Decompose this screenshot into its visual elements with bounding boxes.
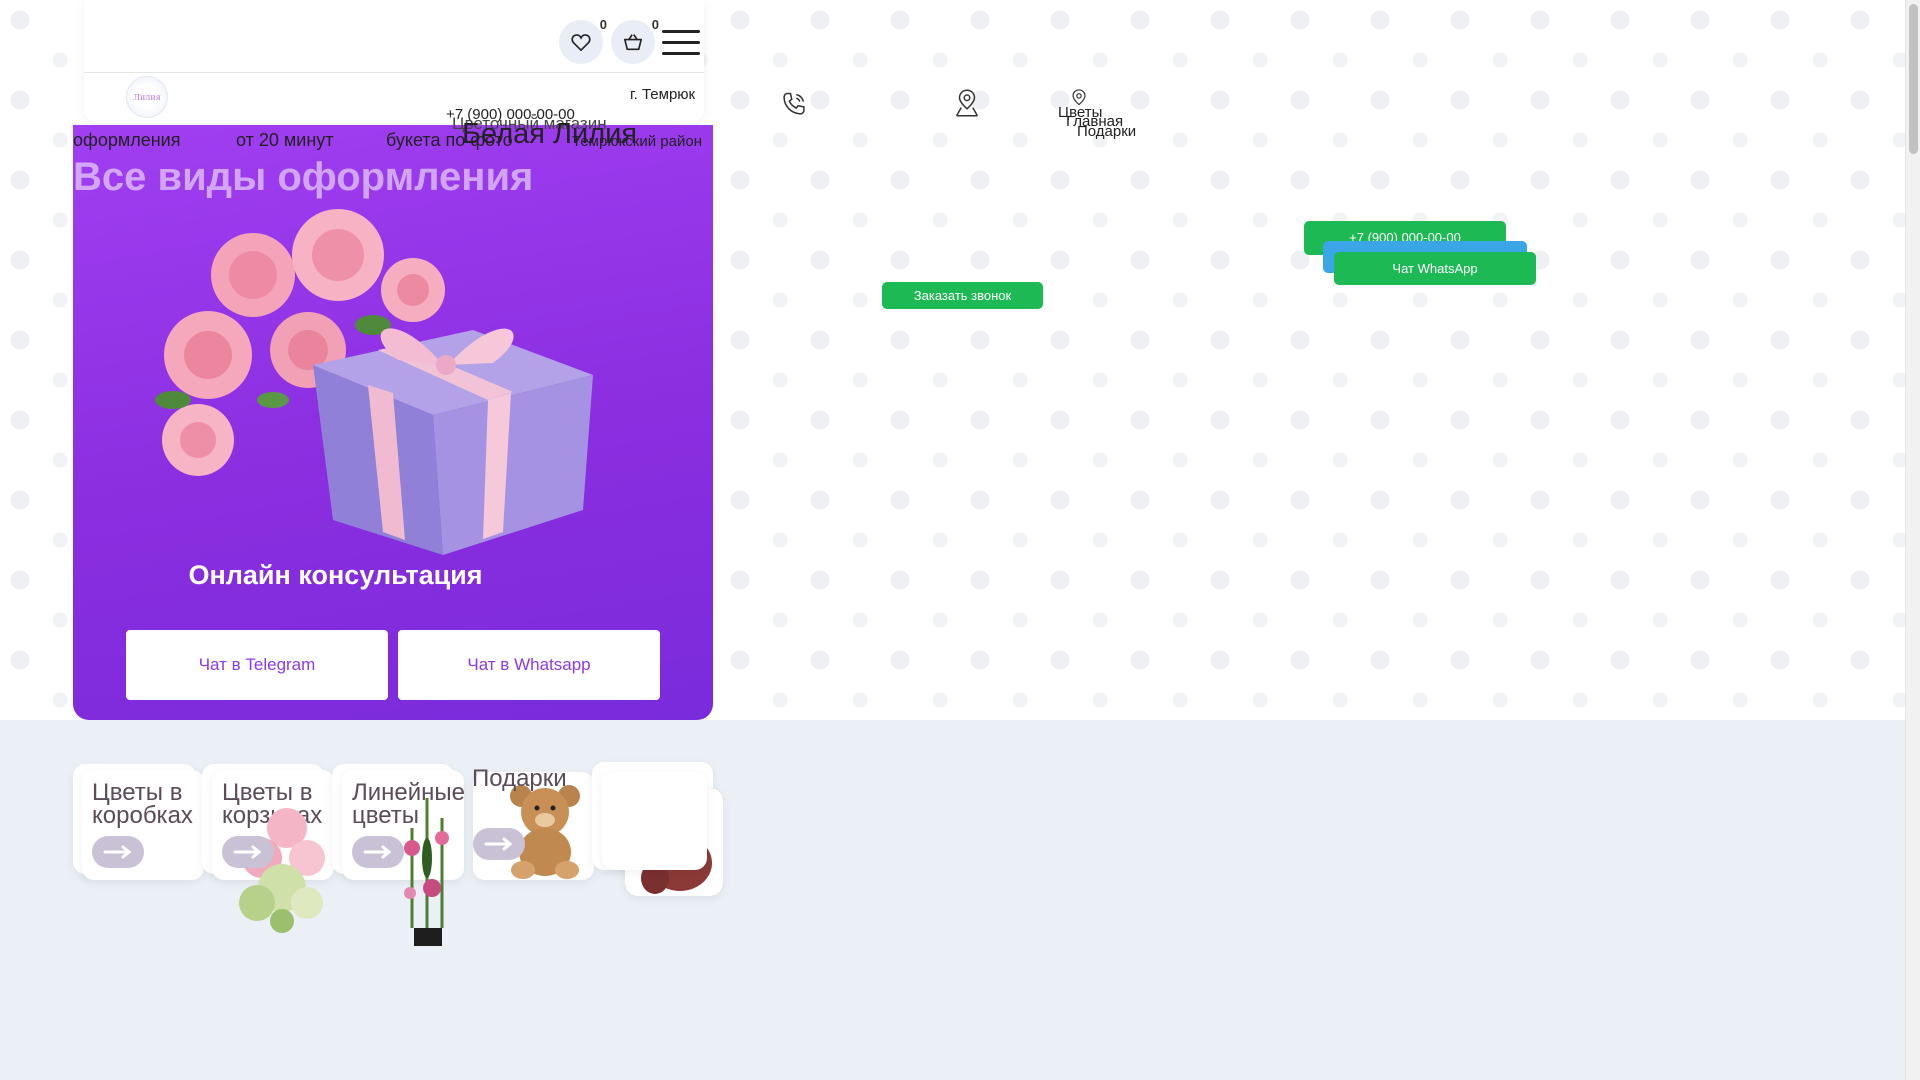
feature-text-1: оформления <box>73 130 181 150</box>
region-label: Темрюкский район <box>572 133 702 150</box>
telegram-chat-button[interactable]: Чат в Telegram <box>126 630 388 700</box>
cart-button[interactable]: 0 <box>611 17 659 64</box>
linear-flowers-image <box>404 798 449 946</box>
logo-text: Лилия <box>133 92 161 102</box>
cart-count: 0 <box>651 17 659 32</box>
menu-icon[interactable] <box>662 30 700 56</box>
category-card-linear[interactable]: Линейные цветы <box>342 770 465 946</box>
arrow-right-icon <box>363 845 392 859</box>
gift-box <box>313 328 593 555</box>
whatsapp-contact-button[interactable]: Чат WhatsApp <box>1334 252 1536 285</box>
header-card: 0 0 Лилия г. Темрюк <box>84 0 704 123</box>
category-arrow-boxes[interactable] <box>92 836 144 868</box>
category-card-boxes[interactable]: Цветы в коробках <box>82 770 204 880</box>
category-title-boxes: Цветы в коробках <box>92 779 193 829</box>
phone-icon[interactable] <box>780 90 808 118</box>
promo-subtitle: Онлайн консультация <box>188 560 483 590</box>
arrow-right-icon <box>484 837 513 851</box>
gift-flowers-illustration <box>155 209 593 555</box>
basket-icon <box>623 34 642 51</box>
category-title-gifts: Подарки <box>472 765 567 792</box>
flower-basket-image <box>239 808 325 933</box>
order-call-button[interactable]: Заказать звонок <box>882 282 1043 309</box>
heart-icon <box>571 34 591 51</box>
page-scrollbar[interactable] <box>1905 0 1920 1080</box>
city-label[interactable]: г. Темрюк <box>630 86 695 103</box>
map-pin-icon[interactable] <box>953 88 981 118</box>
whatsapp-chat-button[interactable]: Чат в Whatsapp <box>398 630 660 700</box>
header-divider <box>84 72 704 73</box>
category-card-baskets[interactable]: Цветы в корзинах <box>212 770 334 933</box>
promo-card: Все виды оформления Онлайн консультация … <box>73 125 713 720</box>
category-arrow-linear[interactable] <box>352 836 404 868</box>
shop-logo[interactable]: Лилия <box>126 76 168 118</box>
category-arrow-baskets[interactable] <box>222 836 274 868</box>
menu-item-gifts[interactable]: Подарки <box>1077 123 1136 140</box>
favorites-count: 0 <box>599 17 607 32</box>
promo-title: Все виды оформления <box>73 155 534 199</box>
category-arrow-gifts[interactable] <box>473 828 525 860</box>
feature-text-2: от 20 минут <box>236 130 334 150</box>
arrow-right-icon <box>103 845 132 859</box>
favorites-button[interactable]: 0 <box>559 17 607 64</box>
arrow-right-icon <box>233 845 262 859</box>
category-card-front-5 <box>602 772 707 870</box>
scrollbar-thumb[interactable] <box>1909 4 1918 154</box>
